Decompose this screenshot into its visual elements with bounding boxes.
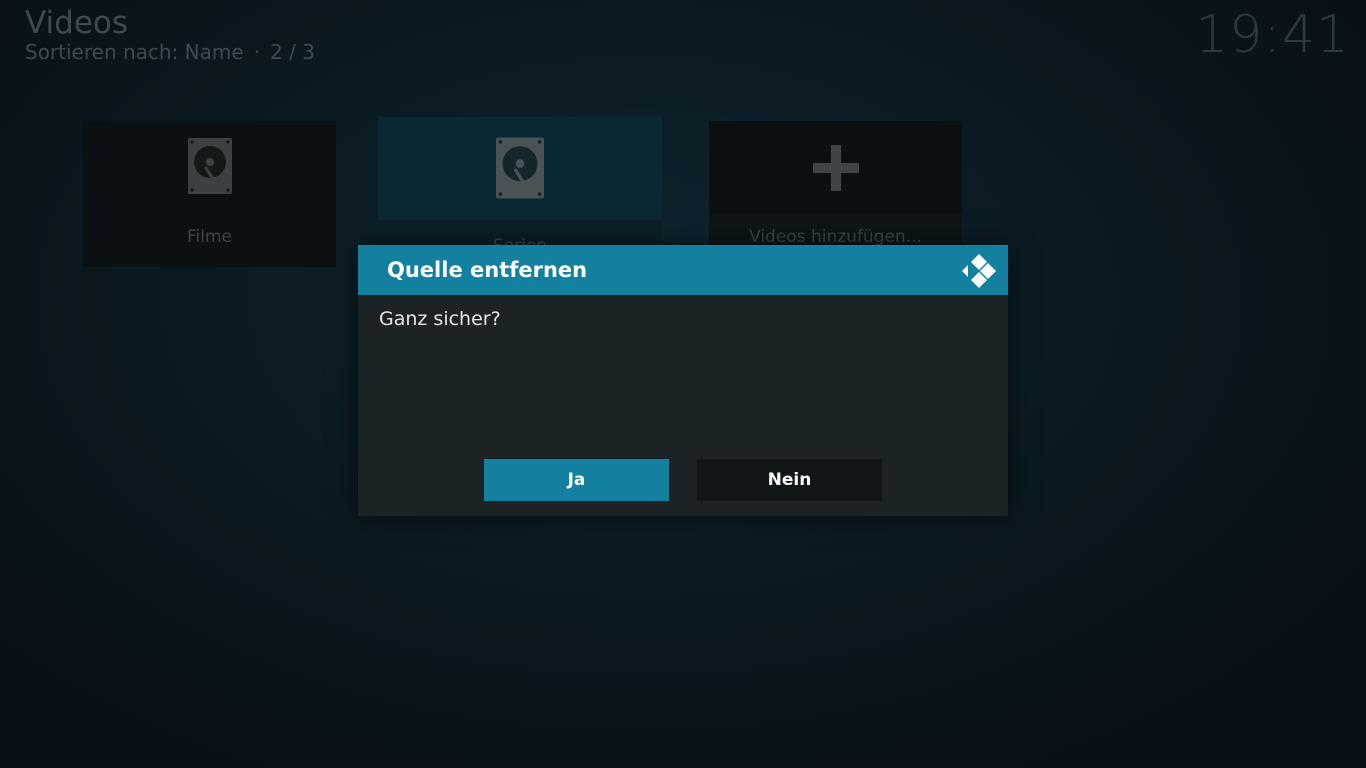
confirm-dialog: Quelle entfernen Ganz sicher? Ja Nein — [358, 245, 1008, 516]
yes-button[interactable]: Ja — [484, 459, 669, 501]
no-button[interactable]: Nein — [697, 459, 882, 501]
dialog-header: Quelle entfernen — [358, 245, 1008, 295]
dialog-title: Quelle entfernen — [387, 258, 588, 282]
kodi-videos-screen: Videos Sortieren nach: Name · 2 / 3 19:41 … — [0, 0, 1366, 768]
kodi-logo-icon — [962, 254, 996, 288]
dialog-message: Ganz sicher? — [379, 308, 501, 330]
